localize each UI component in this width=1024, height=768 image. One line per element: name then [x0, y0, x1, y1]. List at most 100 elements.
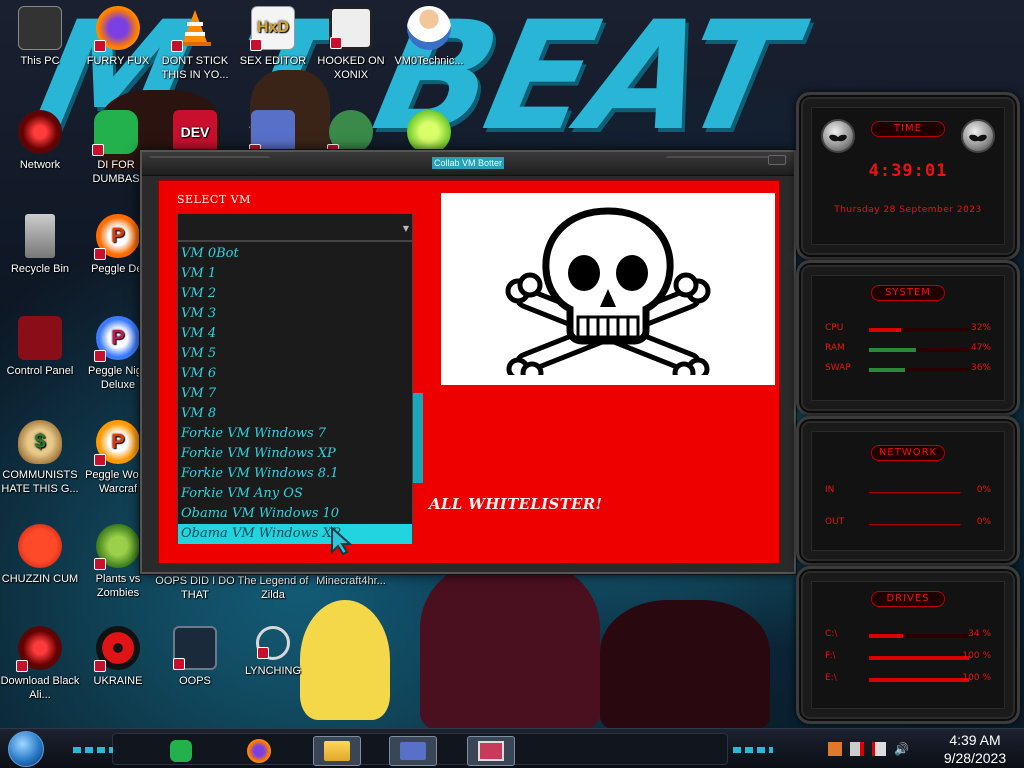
- vm-option[interactable]: Forkie VM Any OS: [178, 484, 412, 504]
- desktop-icon-ukraine[interactable]: UKRAINE: [78, 622, 158, 688]
- vm-option[interactable]: VM 7: [178, 384, 412, 404]
- bar-fill: [869, 634, 903, 638]
- dev-cpp-icon: DEV: [173, 110, 217, 154]
- radiation-icon: [94, 626, 140, 672]
- widget-title: NETWORK: [871, 445, 945, 461]
- santa-icon: [327, 110, 373, 156]
- taskbar-clock[interactable]: 4:39 AM 9/28/2023: [930, 731, 1020, 767]
- cpu-row: CPU 32%: [825, 323, 991, 337]
- desktop-icon-control-panel[interactable]: Control Panel: [0, 312, 80, 378]
- drive-c-bar: [869, 634, 969, 638]
- taskbar-app-firefox[interactable]: [235, 736, 283, 766]
- card-icon: [249, 110, 295, 156]
- desktop-icon-network[interactable]: Network: [0, 106, 80, 172]
- vm-option[interactable]: Forkie VM Windows 7: [178, 424, 412, 444]
- taskbar-app-green-doc[interactable]: [157, 736, 205, 766]
- alienware-icon: [16, 626, 62, 672]
- taskbar: 🔊 4:39 AM 9/28/2023: [0, 728, 1024, 768]
- vm-option[interactable]: VM 8: [178, 404, 412, 424]
- alien-head-icon: [821, 119, 855, 153]
- desktop-icon-label: FURRY FUX: [86, 55, 150, 67]
- desktop-icon-label: CHUZZIN CUM: [1, 573, 79, 585]
- taskbar-app-vm-window[interactable]: [467, 736, 515, 766]
- time-widget: TIME 4:39:01 Thursday 28 September 2023: [796, 92, 1020, 260]
- tray-app-icon[interactable]: [828, 742, 842, 756]
- desktop-icon-oops[interactable]: OOPS: [155, 622, 235, 688]
- vm-option[interactable]: VM 1: [178, 264, 412, 284]
- wallpaper-figure: [420, 560, 600, 728]
- desktop-icon-label: Minecraft4hr...: [316, 575, 386, 587]
- vm-select-combobox[interactable]: ▼: [177, 213, 413, 241]
- start-button[interactable]: [8, 731, 44, 767]
- taskbar-app-file-explorer[interactable]: [313, 736, 361, 766]
- peggle-icon: P: [94, 420, 140, 466]
- desktop-icon-zilda[interactable]: The Legend of Zilda: [233, 574, 313, 602]
- firefox-icon: [94, 6, 140, 52]
- peggle-icon: P: [94, 316, 140, 362]
- ram-label: RAM: [825, 343, 845, 353]
- vm-dropdown-list[interactable]: VM 0Bot VM 1 VM 2 VM 3 VM 4 VM 5 VM 6 VM…: [177, 241, 413, 544]
- desktop-icon-recycle-bin[interactable]: Recycle Bin: [0, 210, 80, 276]
- desktop-icon-label: Control Panel: [6, 365, 74, 377]
- net-out-graph: [869, 524, 961, 525]
- file-explorer-icon: [324, 741, 350, 761]
- desktop-icon-furry-fux[interactable]: FURRY FUX: [78, 2, 158, 68]
- vm-option[interactable]: VM 4: [178, 324, 412, 344]
- drives-widget: DRIVES C:\ 34 % F:\ 100 % E:\ 100 %: [796, 566, 1020, 724]
- desktop-icon-dont-stick[interactable]: DONT STICK THIS IN YO...: [155, 2, 235, 82]
- desktop-icon-download-black-alien[interactable]: Download Black Ali...: [0, 622, 80, 702]
- lime-icon: [407, 110, 451, 154]
- window-title-bar[interactable]: Collab VM Botter: [142, 152, 794, 176]
- green-doc-icon: [170, 740, 192, 762]
- taskbar-app-card[interactable]: [389, 736, 437, 766]
- desktop-icon-label: HOOKED ON XONIX: [317, 55, 385, 81]
- desktop-icon-communists[interactable]: $ COMMUNISTS HATE THIS G...: [0, 416, 80, 496]
- ram-bar: [869, 348, 969, 352]
- title-bar-bevel: [148, 156, 276, 164]
- desktop-icon-chuzzin[interactable]: CHUZZIN CUM: [0, 520, 80, 586]
- start-bot-button-edge[interactable]: [413, 393, 423, 483]
- drive-f-label: F:\: [825, 651, 836, 661]
- vm-option[interactable]: Forkie VM Windows XP: [178, 444, 412, 464]
- window-close-button[interactable]: [768, 155, 786, 165]
- vm-option[interactable]: VM 5: [178, 344, 412, 364]
- noose-icon: [256, 626, 290, 660]
- drive-c-row: C:\ 34 %: [825, 629, 991, 643]
- flag-icon[interactable]: [872, 742, 886, 756]
- vm-option[interactable]: VM 3: [178, 304, 412, 324]
- select-vm-label: SELECT VM: [177, 193, 251, 206]
- desktop-icon-label: OOPS DID I DO THAT: [155, 575, 235, 601]
- net-out-row: OUT 0%: [825, 517, 991, 531]
- vm-option-selected[interactable]: Obama VM Windows XP: [178, 524, 412, 544]
- vm-option[interactable]: VM 2: [178, 284, 412, 304]
- cpu-label: CPU: [825, 323, 844, 333]
- system-widget: SYSTEM CPU 32% RAM 47% SWAP 36%: [796, 260, 1020, 416]
- swap-label: SWAP: [825, 363, 851, 373]
- desktop-icon-sex-editor[interactable]: HxD SEX EDITOR: [233, 2, 313, 68]
- desktop-icon-label: DI FOR DUMBAS: [92, 159, 140, 185]
- dropdown-arrow-icon[interactable]: ▼: [403, 224, 409, 233]
- vm-option[interactable]: VM 6: [178, 364, 412, 384]
- drive-f-bar: [869, 656, 969, 660]
- desktop-icon-this-pc[interactable]: This PC: [0, 2, 80, 68]
- desktop-icon-label: Network: [19, 159, 61, 171]
- vm-option[interactable]: VM 0Bot: [178, 244, 412, 264]
- whitelister-label: ALL WHITELISTER!: [429, 495, 603, 513]
- volume-icon[interactable]: 🔊: [894, 742, 909, 756]
- bar-fill: [869, 368, 905, 372]
- net-in-value: 0%: [976, 485, 991, 495]
- cpu-bar: [869, 328, 969, 332]
- alien-head-icon: [961, 119, 995, 153]
- desktop-icon-label: LYNCHING: [244, 665, 302, 677]
- vm-option[interactable]: Forkie VM Windows 8.1: [178, 464, 412, 484]
- network-off-icon[interactable]: [850, 742, 864, 756]
- desktop-icon-lynching[interactable]: LYNCHING: [233, 622, 313, 678]
- desktop-icon-oops-did-i[interactable]: OOPS DID I DO THAT: [155, 574, 235, 602]
- network-widget: NETWORK IN 0% OUT 0%: [796, 416, 1020, 566]
- card-icon: [400, 742, 426, 760]
- desktop-icon-hooked-on-xonix[interactable]: HOOKED ON XONIX: [311, 2, 391, 82]
- desktop-icon-minecraft[interactable]: Minecraft4hr...: [311, 574, 391, 588]
- net-in-row: IN 0%: [825, 485, 991, 499]
- desktop-icon-vm0technic[interactable]: VM0Technic...: [389, 2, 469, 68]
- vm-option[interactable]: Obama VM Windows 10: [178, 504, 412, 524]
